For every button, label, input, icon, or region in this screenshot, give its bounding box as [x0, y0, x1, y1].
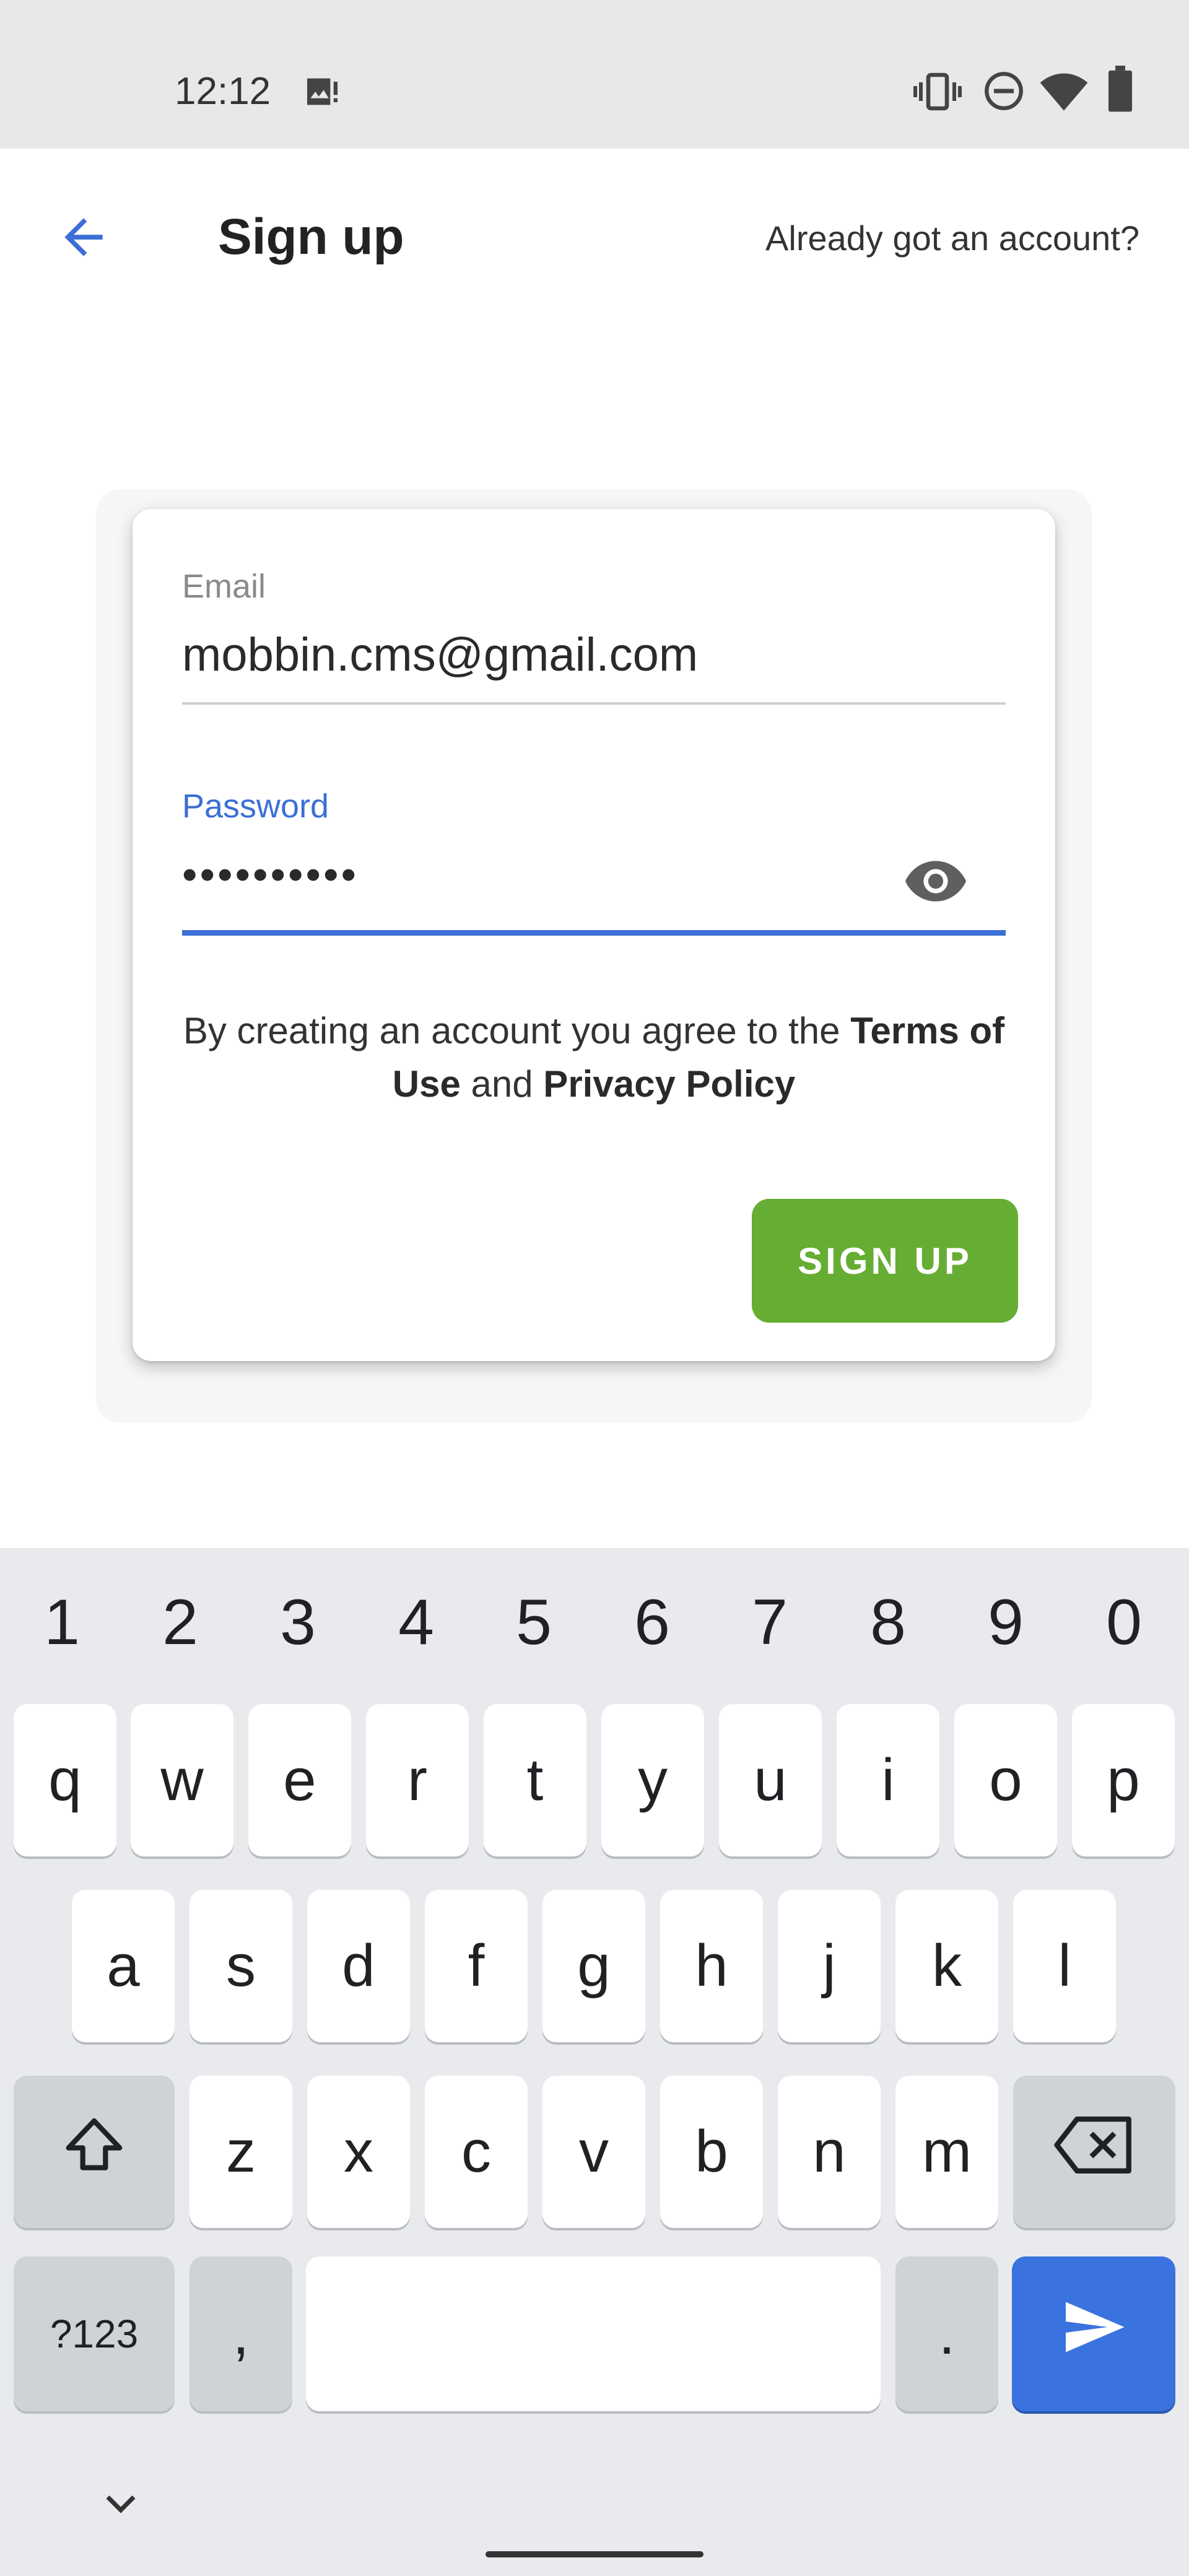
- terms-and: and: [460, 1063, 544, 1105]
- password-input[interactable]: [182, 840, 863, 908]
- key-r[interactable]: r: [366, 1704, 469, 1856]
- key-i[interactable]: i: [837, 1704, 939, 1856]
- key-m[interactable]: m: [895, 2076, 998, 2228]
- key-4[interactable]: 4: [357, 1567, 475, 1678]
- gallery-alert-icon: [302, 72, 342, 111]
- email-input[interactable]: [182, 620, 1006, 689]
- chevron-down-icon: [98, 2481, 143, 2529]
- key-u[interactable]: u: [719, 1704, 822, 1856]
- key-b[interactable]: b: [660, 2076, 763, 2228]
- space-key[interactable]: [306, 2256, 881, 2411]
- privacy-policy-link[interactable]: Privacy Policy: [543, 1063, 795, 1105]
- shift-icon: [60, 2111, 128, 2193]
- already-have-account-link[interactable]: Already got an account?: [765, 214, 1139, 263]
- shift-key[interactable]: [14, 2076, 175, 2228]
- symbols-key[interactable]: ?123: [14, 2256, 175, 2411]
- key-q[interactable]: q: [14, 1704, 116, 1856]
- key-z[interactable]: z: [189, 2076, 292, 2228]
- key-8[interactable]: 8: [829, 1567, 947, 1678]
- key-l[interactable]: l: [1013, 1890, 1116, 2042]
- terms-prefix: By creating an account you agree to the: [183, 1010, 851, 1051]
- key-v[interactable]: v: [542, 2076, 645, 2228]
- key-p[interactable]: p: [1072, 1704, 1175, 1856]
- send-key[interactable]: [1012, 2256, 1175, 2411]
- page-title: Sign up: [218, 209, 404, 265]
- do-not-disturb-icon: [982, 69, 1026, 113]
- key-d[interactable]: d: [307, 1890, 410, 2042]
- backspace-icon: [1054, 2116, 1135, 2188]
- key-c[interactable]: c: [425, 2076, 528, 2228]
- key-h[interactable]: h: [660, 1890, 763, 2042]
- key-5[interactable]: 5: [475, 1567, 593, 1678]
- back-button[interactable]: [37, 192, 130, 285]
- terms-notice: By creating an account you agree to the …: [170, 1004, 1018, 1111]
- key-6[interactable]: 6: [593, 1567, 711, 1678]
- key-t[interactable]: t: [484, 1704, 586, 1856]
- key-e[interactable]: e: [248, 1704, 351, 1856]
- password-label: Password: [182, 788, 329, 825]
- arrow-left-icon: [55, 209, 112, 269]
- backspace-key[interactable]: [1013, 2076, 1175, 2228]
- key-0[interactable]: 0: [1065, 1567, 1183, 1678]
- show-password-toggle[interactable]: [895, 848, 976, 916]
- key-y[interactable]: y: [601, 1704, 704, 1856]
- key-9[interactable]: 9: [947, 1567, 1065, 1678]
- email-label: Email: [182, 568, 266, 605]
- key-j[interactable]: j: [778, 1890, 881, 2042]
- key-f[interactable]: f: [425, 1890, 528, 2042]
- signup-button[interactable]: SIGN UP: [752, 1199, 1018, 1323]
- gesture-nav-handle[interactable]: [486, 2551, 703, 2557]
- key-a[interactable]: a: [72, 1890, 175, 2042]
- key-o[interactable]: o: [954, 1704, 1057, 1856]
- period-key[interactable]: .: [895, 2256, 998, 2411]
- key-1[interactable]: 1: [3, 1567, 121, 1678]
- key-g[interactable]: g: [542, 1890, 645, 2042]
- key-2[interactable]: 2: [121, 1567, 239, 1678]
- key-k[interactable]: k: [895, 1890, 998, 2042]
- vibrate-icon: [913, 69, 962, 114]
- signup-card: Email Password By creating an account yo…: [133, 509, 1055, 1361]
- status-bar: 12:12: [0, 0, 1189, 149]
- battery-icon: [1106, 66, 1135, 113]
- key-w[interactable]: w: [131, 1704, 233, 1856]
- eye-icon: [901, 846, 970, 919]
- key-s[interactable]: s: [189, 1890, 292, 2042]
- password-underline-focused: [182, 930, 1006, 936]
- key-3[interactable]: 3: [239, 1567, 357, 1678]
- app-bar: Sign up Already got an account?: [0, 149, 1189, 322]
- key-7[interactable]: 7: [711, 1567, 829, 1678]
- email-underline: [182, 702, 1006, 705]
- key-x[interactable]: x: [307, 2076, 410, 2228]
- number-row: 1 2 3 4 5 6 7 8 9 0: [0, 1548, 1189, 1690]
- send-icon: [1060, 2294, 1127, 2375]
- status-time: 12:12: [175, 70, 271, 113]
- comma-key[interactable]: ,: [189, 2256, 292, 2411]
- keyboard-collapse-button[interactable]: [87, 2477, 155, 2533]
- soft-keyboard: 1 2 3 4 5 6 7 8 9 0 q w e r t y u i o p …: [0, 1548, 1189, 2576]
- wifi-icon: [1039, 69, 1089, 113]
- key-n[interactable]: n: [778, 2076, 881, 2228]
